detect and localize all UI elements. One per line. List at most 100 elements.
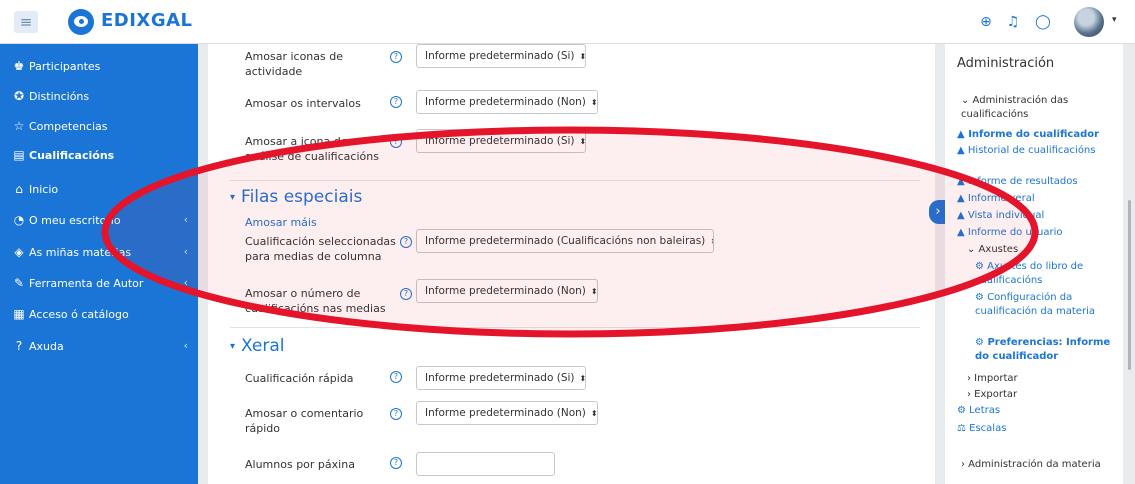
- select-arrow-icon: ⬍: [579, 52, 586, 61]
- settings-form: Amosar iconas de actividade ? Informe pr…: [208, 44, 935, 484]
- hamburger-icon[interactable]: ≡: [14, 11, 38, 33]
- gear-icon: ⚙: [975, 261, 984, 272]
- tree-link-course-grade-settings[interactable]: ⚙ Configuración da cualificación da mate…: [975, 291, 1117, 319]
- star-icon: ☆: [13, 119, 25, 133]
- field-label: Alumnos por páxina: [245, 458, 355, 471]
- tree-link-outcomes-report[interactable]: ▲ Informe de resultados: [957, 175, 1123, 189]
- chevron-left-icon[interactable]: ‹: [184, 210, 188, 230]
- chevron-left-icon[interactable]: ‹: [184, 242, 188, 262]
- sidebar-item-label: Competencias: [29, 120, 108, 133]
- tree-link-grader-report[interactable]: ▲ Informe do cualificador: [957, 128, 1123, 142]
- tree-link-scales[interactable]: ⚖ Escalas: [957, 422, 1117, 436]
- select-arrow-icon: ⬍: [579, 137, 586, 146]
- help-icon[interactable]: ?: [390, 408, 402, 420]
- section-general[interactable]: ▾ Xeral: [230, 336, 285, 356]
- chevron-left-icon[interactable]: ‹: [184, 336, 188, 356]
- sidebar-item-competencies[interactable]: ☆ Competencias: [12, 116, 188, 136]
- sidebar-item-label: As miñas materias: [29, 246, 132, 259]
- sidebar-item-badges[interactable]: ✪ Distincións: [12, 86, 188, 106]
- sidebar-item-my-courses[interactable]: ◈ As miñas materias ‹: [12, 242, 188, 262]
- field-label: Cualificación rápida: [245, 372, 354, 385]
- sidebar-item-dashboard[interactable]: ◔ O meu escritorio ‹: [12, 210, 188, 230]
- badge-icon: ✪: [13, 89, 25, 103]
- help-icon[interactable]: ?: [390, 51, 402, 63]
- tree-link-user-report[interactable]: ▲ Informe do usuario: [957, 226, 1117, 240]
- ranges-select[interactable]: Informe predeterminado (Non) ⬍: [416, 90, 598, 114]
- scales-icon: ⚖: [957, 423, 966, 434]
- sidebar-item-label: Cualificacións: [29, 149, 115, 162]
- tree-node-course-administration[interactable]: › Administración da materia: [961, 458, 1121, 472]
- select-arrow-icon: ⬍: [590, 287, 598, 296]
- divider: [230, 327, 920, 328]
- field-label: Amosar o comentario rápido: [245, 407, 364, 435]
- tree-node-export[interactable]: › Exportar: [967, 388, 1117, 402]
- block-title: Administración: [957, 56, 1055, 71]
- sidebar-item-catalog[interactable]: ▦ Acceso ó catálogo: [12, 304, 188, 324]
- sidebar-item-label: O meu escritorio: [29, 214, 121, 227]
- select-arrow-icon: ⬍: [710, 237, 713, 246]
- tree-link-single-view[interactable]: ▲ Vista individual: [957, 209, 1117, 223]
- help-icon[interactable]: ?: [390, 457, 402, 469]
- help-icon[interactable]: ?: [400, 236, 412, 248]
- gear-icon: ⚙: [975, 292, 984, 303]
- help-icon[interactable]: ?: [390, 136, 402, 148]
- logo-icon[interactable]: [68, 9, 94, 35]
- tree-node-settings[interactable]: ⌄ Axustes: [967, 243, 1117, 257]
- sidebar-item-home[interactable]: ⌂ Inicio: [12, 179, 188, 199]
- sidebar-item-grades[interactable]: ▤ Cualificacións: [12, 145, 188, 165]
- select-arrow-icon: ⬍: [590, 98, 598, 107]
- administration-block: Administración ⌄ Administración das cual…: [945, 44, 1123, 484]
- gear-icon: ⚙: [957, 405, 966, 416]
- chevron-down-icon: ▾: [230, 192, 236, 203]
- grades-icon: ▤: [13, 148, 25, 162]
- tree-node-grade-administration[interactable]: ⌄ Administración das cualificacións: [961, 94, 1121, 122]
- help-icon: ?: [15, 339, 23, 353]
- select-arrow-icon: ⬍: [590, 409, 598, 418]
- chevron-left-icon[interactable]: ‹: [184, 273, 188, 293]
- scrollbar[interactable]: [1128, 200, 1131, 370]
- field-label: Amosar os intervalos: [245, 97, 361, 110]
- report-icon: ▲: [957, 129, 965, 140]
- report-icon: ▲: [957, 145, 965, 156]
- field-label: Amosar a icona de análise de cualificaci…: [245, 135, 379, 163]
- tree-node-import[interactable]: › Importar: [967, 372, 1117, 386]
- help-icon[interactable]: ?: [400, 288, 412, 300]
- students-per-page-input[interactable]: [416, 452, 555, 476]
- tree-link-grader-preferences[interactable]: ⚙ Preferencias: Informe do cualificador: [975, 336, 1121, 364]
- average-grades-select[interactable]: Informe predeterminado (Cualificacións n…: [416, 229, 714, 253]
- bell-icon[interactable]: ♫: [1004, 13, 1022, 31]
- tree-link-overview-report[interactable]: ▲ Informe xeral: [957, 192, 1117, 206]
- report-icon: ▲: [957, 176, 965, 187]
- help-icon[interactable]: ?: [390, 371, 402, 383]
- quick-feedback-select[interactable]: Informe predeterminado (Non) ⬍: [416, 401, 598, 425]
- tree-link-gradebook-settings[interactable]: ⚙ Axustes do libro de cualificacións: [975, 260, 1121, 288]
- field-label: Cualificación seleccionadas para medias …: [245, 235, 396, 263]
- administration-drawer: Administración ⌄ Administración das cual…: [945, 44, 1135, 484]
- help-icon[interactable]: ?: [390, 96, 402, 108]
- chevron-down-icon[interactable]: ▾: [1112, 15, 1117, 25]
- quick-grading-select[interactable]: Informe predeterminado (Si) ⬍: [416, 366, 586, 390]
- home-icon: ⌂: [15, 182, 23, 196]
- show-more-link[interactable]: Amosar máis: [245, 216, 317, 229]
- sidebar-item-label: Ferramenta de Autor: [29, 277, 144, 290]
- avatar[interactable]: [1074, 7, 1104, 37]
- section-special-rows[interactable]: ▾ Filas especiais: [230, 187, 362, 207]
- tree-link-letters[interactable]: ⚙ Letras: [957, 404, 1117, 418]
- globe-icon[interactable]: ⊕: [977, 13, 995, 31]
- gear-icon: ⚙: [975, 337, 984, 348]
- report-icon: ▲: [957, 193, 965, 204]
- brand-name[interactable]: EDIXGAL: [101, 10, 193, 31]
- sidebar-item-label: Acceso ó catálogo: [29, 308, 129, 321]
- sidebar-item-author-tool[interactable]: ✎ Ferramenta de Autor ‹: [12, 273, 188, 293]
- activity-icons-select[interactable]: Informe predeterminado (Si) ⬍: [416, 44, 586, 68]
- courses-icon: ◈: [14, 245, 24, 259]
- analysis-icon-select[interactable]: Informe predeterminado (Si) ⬍: [416, 129, 586, 153]
- tree-link-grade-history[interactable]: ▲ Historial de cualificacións: [957, 144, 1117, 158]
- grades-in-averages-select[interactable]: Informe predeterminado (Non) ⬍: [416, 279, 598, 303]
- sidebar-item-help[interactable]: ? Axuda ‹: [12, 336, 188, 356]
- sidebar-item-participants[interactable]: ♚ Participantes: [12, 56, 188, 76]
- field-label: Amosar iconas de actividade: [245, 50, 343, 78]
- field-label: Amosar o número de cualificacións nas me…: [245, 287, 386, 315]
- sidebar-item-label: Inicio: [29, 183, 59, 196]
- chat-icon[interactable]: ◯: [1034, 13, 1052, 31]
